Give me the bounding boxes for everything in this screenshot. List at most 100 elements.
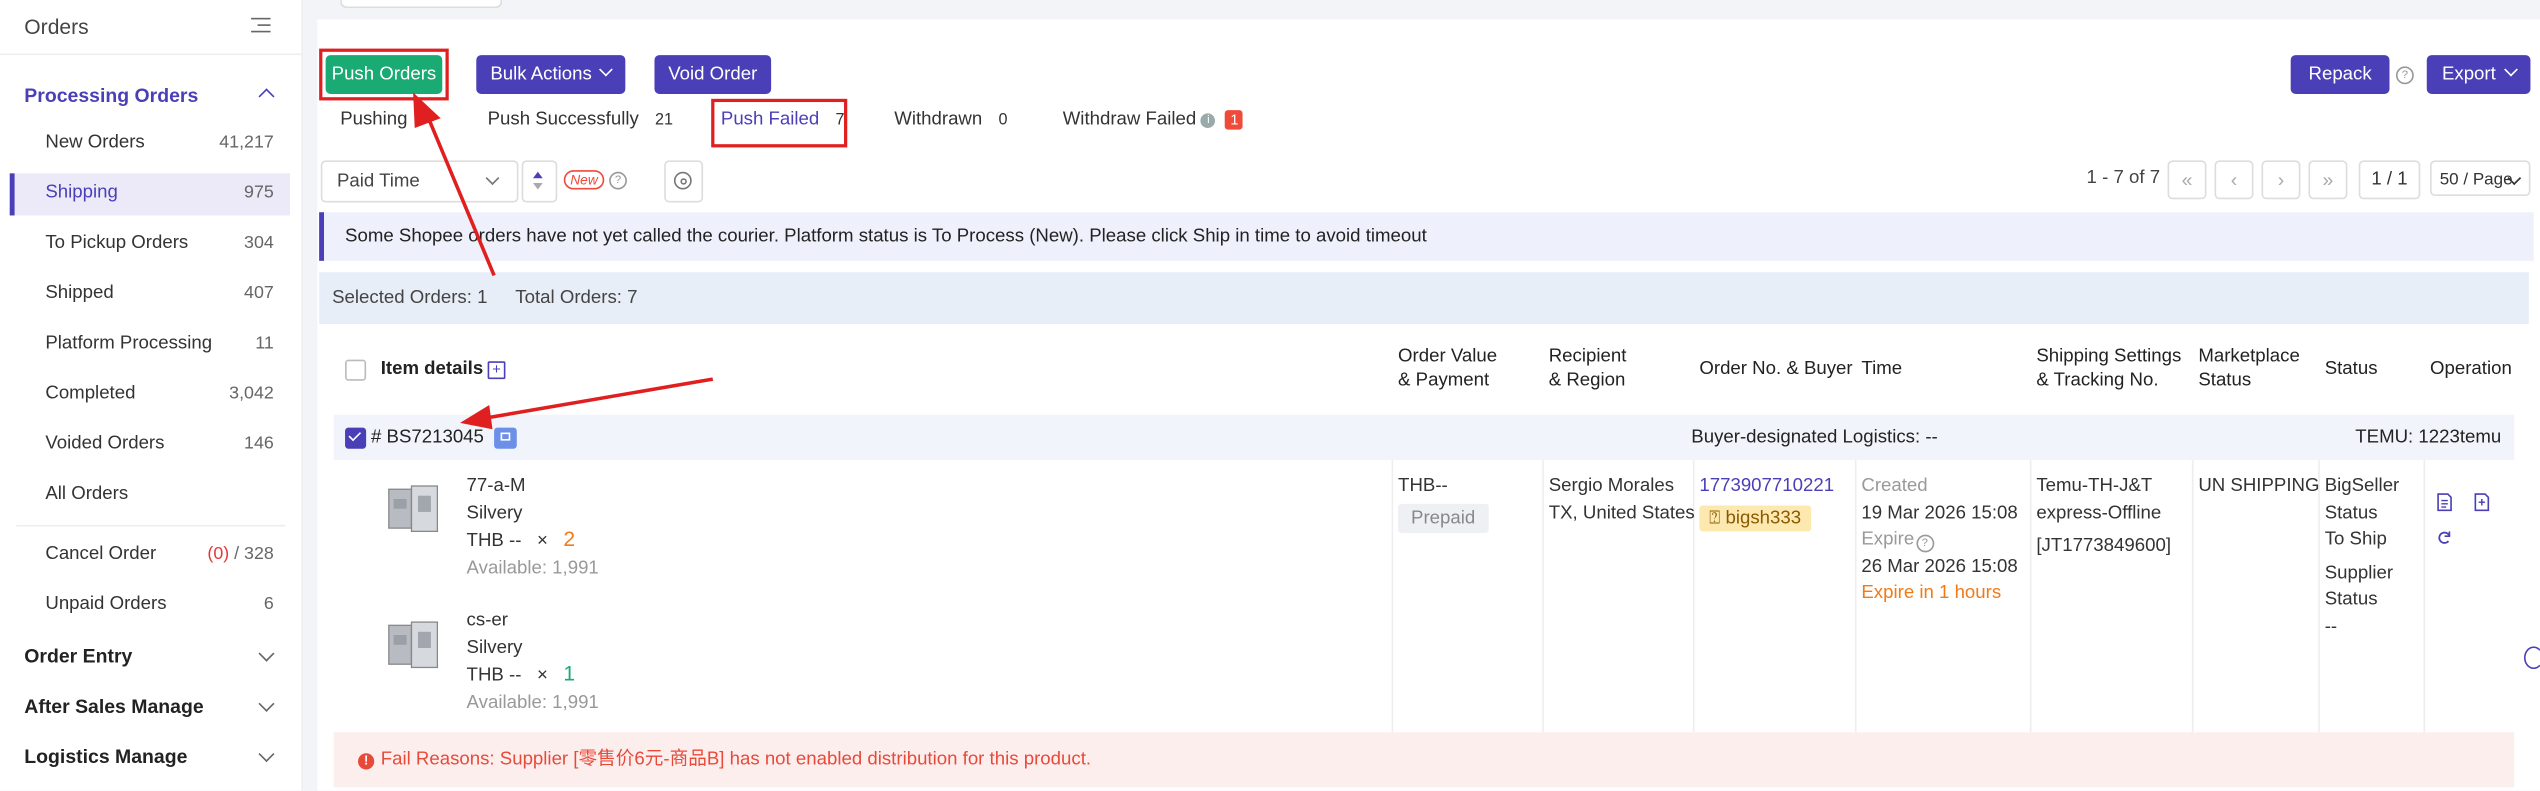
document-icon[interactable] [2436, 492, 2452, 512]
page-size-select[interactable]: 50 / Page [2430, 160, 2531, 197]
col-operation: Operation [2430, 359, 2512, 380]
item-variant: Silvery [466, 637, 523, 657]
divider [2318, 460, 2320, 733]
sidebar-item-label: All Orders [45, 484, 129, 504]
sidebar-item-label: Completed [45, 383, 136, 404]
divider [2423, 460, 2426, 733]
export-button[interactable]: Export [2426, 55, 2531, 94]
flag-icon[interactable] [494, 427, 517, 449]
collapse-menu-icon[interactable] [251, 15, 274, 38]
status-line: To Ship [2324, 529, 2387, 550]
sidebar-item-cancel-order[interactable]: Cancel Order (0) / 328 [10, 535, 290, 577]
new-tag: New [563, 170, 605, 190]
order-id: # BS7213045 [370, 427, 484, 448]
select-all-checkbox[interactable] [345, 359, 367, 381]
sidebar-item-shipped[interactable]: Shipped 407 [10, 274, 290, 316]
item-price-line: THB -- × 2 [467, 527, 599, 555]
buyer-icon: ⍰ [1709, 507, 1721, 528]
col-time: Time [1861, 359, 1903, 380]
sidebar-item-label: Shipped [45, 283, 114, 303]
sidebar-item-label: To Pickup Orders [45, 233, 189, 253]
notice-banner: Some Shopee orders have not yet called t… [319, 212, 2534, 261]
sidebar-item-new-orders[interactable]: New Orders 41,217 [10, 123, 290, 165]
help-icon[interactable]: ? [609, 171, 627, 190]
divider [1854, 460, 1857, 733]
sidebar-item-voided-orders[interactable]: Voided Orders 146 [10, 424, 290, 466]
page-input[interactable]: 1 / 1 [2358, 160, 2421, 200]
settings-button[interactable] [664, 160, 704, 203]
bulk-actions-button[interactable]: Bulk Actions [476, 55, 626, 94]
tab-label: Withdrawn [894, 110, 983, 130]
order-checkbox[interactable] [345, 427, 367, 449]
edit-document-icon[interactable] [2474, 492, 2490, 512]
time-cell: Created 19 Mar 2026 15:08 Expire? 26 Mar… [1861, 473, 2017, 607]
help-icon[interactable]: ? [2395, 66, 2414, 85]
page-size-value: 50 / Page [2439, 170, 2513, 190]
product-thumbnail[interactable] [382, 616, 447, 674]
sidebar-item-completed[interactable]: Completed 3,042 [10, 374, 290, 416]
repack-button[interactable]: Repack [2290, 55, 2390, 94]
tab-pushing[interactable]: Pushing [340, 110, 407, 129]
sidebar-item-label: Unpaid Orders [45, 594, 167, 614]
sidebar-group-after-sales[interactable]: After Sales Manage [24, 695, 301, 718]
prev-page-button[interactable]: ‹ [2214, 160, 2254, 200]
col-line: Shipping Settings [2036, 346, 2182, 367]
sidebar-item-count: 975 [244, 183, 274, 203]
first-page-button[interactable]: « [2167, 160, 2207, 200]
top-input-edge [340, 0, 503, 9]
sidebar-item-platform-processing[interactable]: Platform Processing 11 [10, 324, 290, 366]
last-page-button[interactable]: » [2308, 160, 2348, 200]
expand-icon[interactable]: + [487, 361, 506, 380]
sidebar-item-shipping[interactable]: Shipping 975 [9, 173, 290, 216]
sidebar-item-unpaid-orders[interactable]: Unpaid Orders 6 [10, 585, 290, 627]
sidebar: Orders Processing Orders New Orders 41,2… [0, 0, 303, 791]
sidebar-item-count: 407 [244, 283, 274, 303]
created-time: 19 Mar 2026 15:08 [1861, 503, 2018, 523]
sidebar-group-label: After Sales Manage [24, 694, 204, 718]
col-line: Marketplace [2198, 346, 2300, 367]
item-qty: 2 [563, 526, 576, 551]
shipping-method-2: express-Offline [2036, 503, 2162, 523]
chevron-down-icon [258, 695, 275, 712]
recipient-region: TX, United States [1548, 503, 1695, 523]
divider [2191, 460, 2194, 733]
col-line: Order Value [1398, 346, 1498, 367]
buyer-tag[interactable]: ⍰ bigsh333 [1699, 504, 1811, 532]
product-thumbnail[interactable] [382, 480, 447, 538]
col-line: Recipient [1548, 346, 1627, 367]
divider [0, 53, 302, 56]
sidebar-item-to-pickup[interactable]: To Pickup Orders 304 [10, 224, 290, 266]
notice-text: Some Shopee orders have not yet called t… [345, 226, 1427, 247]
sort-order-toggle[interactable] [521, 160, 558, 203]
item-sku: cs-er [466, 610, 508, 631]
void-order-button[interactable]: Void Order [654, 55, 772, 94]
sidebar-group-order-entry[interactable]: Order Entry [24, 644, 301, 668]
tracking-number[interactable]: [JT1773849600] [2036, 533, 2171, 560]
status-line: BigSeller [2324, 476, 2400, 496]
sidebar-group-label: Order Entry [24, 644, 133, 668]
refresh-icon[interactable] [2436, 528, 2452, 547]
tab-withdraw-failed[interactable]: Withdraw Failed i 1 [1063, 110, 1244, 130]
tab-withdrawn[interactable]: Withdrawn 0 [894, 110, 1007, 129]
order-number-link[interactable]: 1773907710221 [1699, 473, 1834, 500]
sidebar-group-logistics[interactable]: Logistics Manage [24, 745, 301, 768]
next-page-button[interactable]: › [2261, 160, 2301, 200]
selected-count: Selected Orders: 1 [332, 288, 488, 308]
cancel-count-pending: (0) [207, 544, 230, 564]
help-icon[interactable]: ? [1915, 534, 1934, 553]
sidebar-group-processing[interactable]: Processing Orders [24, 84, 301, 107]
floating-widget-icon[interactable] [2523, 646, 2540, 670]
created-label: Created [1861, 476, 1928, 496]
chevron-down-icon [485, 171, 500, 186]
buyer-name: bigsh333 [1725, 507, 1802, 528]
highlight-box [319, 48, 449, 101]
expire-countdown: Expire in 1 hours [1861, 583, 2002, 603]
shipping-cell: Temu-TH-J&T express-Offline [JT177384960… [2036, 473, 2171, 560]
status-line: -- [2324, 616, 2338, 636]
sidebar-title: Orders [24, 14, 89, 39]
tab-push-successfully[interactable]: Push Successfully 21 [488, 110, 673, 129]
divider [1542, 460, 1544, 733]
sort-field-select[interactable]: Paid Time [320, 160, 519, 203]
item-qty: 1 [563, 660, 576, 686]
sidebar-item-all-orders[interactable]: All Orders [10, 475, 290, 517]
